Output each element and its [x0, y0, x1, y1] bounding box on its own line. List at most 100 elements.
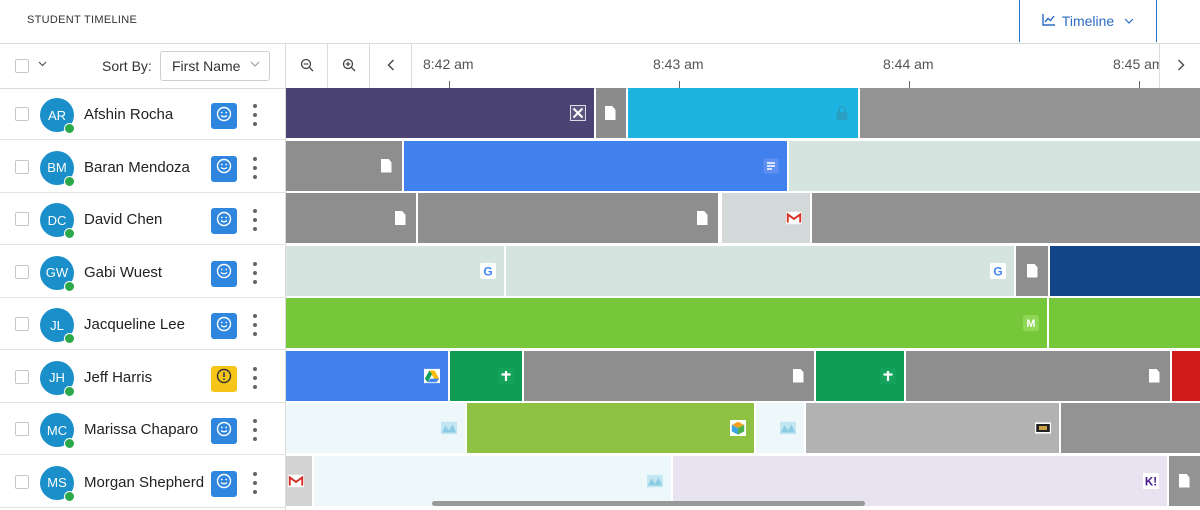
- student-row[interactable]: DC David Chen: [0, 193, 285, 245]
- smile-icon: [216, 316, 232, 337]
- row-checkbox[interactable]: [15, 159, 29, 174]
- student-name[interactable]: Morgan Shepherd: [84, 474, 204, 491]
- zoom-in-icon: [342, 58, 356, 75]
- avatar-initials: JL: [50, 317, 64, 333]
- doc-icon: [1146, 368, 1162, 384]
- svg-text:G: G: [993, 264, 1002, 278]
- activity-segment[interactable]: [467, 403, 754, 453]
- activity-segment[interactable]: [722, 193, 810, 243]
- zoom-in-button[interactable]: [328, 44, 370, 88]
- activity-segment[interactable]: [1049, 298, 1200, 348]
- smile-icon: [216, 106, 232, 127]
- activity-segment[interactable]: [286, 350, 448, 401]
- more-options-icon[interactable]: [250, 419, 260, 441]
- zoom-out-button[interactable]: [286, 44, 328, 88]
- x-app-icon: [570, 105, 586, 121]
- status-smile-button[interactable]: [211, 313, 237, 339]
- student-row[interactable]: MS Morgan Shepherd: [0, 456, 285, 508]
- student-name[interactable]: David Chen: [84, 211, 162, 228]
- activity-segment[interactable]: K!: [673, 455, 1167, 506]
- activity-segment[interactable]: [286, 193, 416, 243]
- more-options-icon[interactable]: [250, 261, 260, 284]
- status-smile-button[interactable]: [211, 260, 237, 287]
- row-checkbox[interactable]: [15, 212, 29, 226]
- status-smile-button[interactable]: [211, 155, 237, 182]
- activity-segment[interactable]: [1172, 350, 1200, 401]
- time-tick: 8:44 am: [883, 56, 934, 72]
- tick-mark: [679, 81, 680, 88]
- more-options-icon[interactable]: [250, 314, 260, 336]
- activity-segment[interactable]: [1050, 245, 1200, 296]
- activity-segment[interactable]: [314, 455, 671, 506]
- student-name[interactable]: Gabi Wuest: [84, 264, 162, 281]
- online-indicator: [64, 123, 75, 134]
- status-smile-button[interactable]: [211, 470, 237, 497]
- row-checkbox[interactable]: [15, 107, 29, 121]
- activity-segment[interactable]: [418, 193, 718, 243]
- activity-segment[interactable]: [450, 350, 522, 401]
- activity-segment[interactable]: [628, 88, 858, 138]
- student-row[interactable]: GW Gabi Wuest: [0, 246, 285, 298]
- student-name[interactable]: Marissa Chaparo: [84, 421, 198, 438]
- time-tick: 8:45 am: [1113, 56, 1159, 72]
- more-options-icon[interactable]: [250, 156, 260, 179]
- activity-segment[interactable]: [906, 350, 1170, 401]
- student-name[interactable]: Afshin Rocha: [84, 106, 173, 123]
- activity-segment[interactable]: [789, 140, 1200, 191]
- status-smile-button[interactable]: [211, 103, 237, 129]
- student-row[interactable]: MC Marissa Chaparo: [0, 403, 285, 455]
- more-options-icon[interactable]: [250, 209, 260, 231]
- tick-mark: [909, 81, 910, 88]
- select-menu-chevron-icon[interactable]: [38, 58, 47, 70]
- scroll-left-button[interactable]: [370, 44, 412, 88]
- activity-segment[interactable]: [1016, 245, 1048, 296]
- online-indicator: [64, 280, 75, 292]
- sort-select[interactable]: First Name: [160, 51, 270, 81]
- activity-segment[interactable]: [286, 403, 465, 453]
- row-checkbox[interactable]: [15, 474, 29, 489]
- activity-segment[interactable]: [524, 350, 814, 401]
- student-name[interactable]: Jeff Harris: [84, 369, 152, 386]
- scroll-right-button[interactable]: [1159, 44, 1200, 88]
- activity-segment[interactable]: [860, 88, 1200, 138]
- status-smile-button[interactable]: [211, 208, 237, 234]
- activity-segment[interactable]: [1169, 455, 1200, 506]
- activity-segment[interactable]: [1061, 403, 1200, 453]
- activity-segment[interactable]: G: [506, 245, 1014, 296]
- horizontal-scrollbar[interactable]: [432, 501, 865, 506]
- activity-segment[interactable]: G: [286, 245, 504, 296]
- student-row[interactable]: JH Jeff Harris: [0, 351, 285, 403]
- activity-segment[interactable]: [286, 140, 402, 191]
- row-checkbox[interactable]: [15, 369, 29, 384]
- student-row[interactable]: AR Afshin Rocha: [0, 88, 285, 140]
- activity-segment[interactable]: [812, 193, 1200, 243]
- google-icon: G: [480, 262, 496, 279]
- more-options-icon[interactable]: [250, 471, 260, 494]
- more-options-icon[interactable]: [250, 104, 260, 126]
- sort-label: Sort By:: [102, 58, 152, 74]
- student-row[interactable]: JL Jacqueline Lee: [0, 298, 285, 350]
- activity-segment[interactable]: [286, 88, 594, 138]
- tick-mark: [449, 81, 450, 88]
- activity-segment[interactable]: [816, 350, 904, 401]
- row-checkbox[interactable]: [15, 422, 29, 436]
- online-indicator: [64, 228, 75, 239]
- activity-segment[interactable]: [404, 140, 787, 191]
- top-bar: STUDENT TIMELINE Timeline: [0, 0, 1200, 44]
- student-name[interactable]: Jacqueline Lee: [84, 316, 185, 333]
- row-checkbox[interactable]: [15, 317, 29, 331]
- activity-segment[interactable]: [286, 455, 312, 506]
- select-all-checkbox[interactable]: [15, 59, 29, 73]
- timeline-view-button[interactable]: Timeline: [1019, 0, 1157, 42]
- activity-segment[interactable]: [596, 88, 626, 138]
- status-smile-button[interactable]: [211, 418, 237, 444]
- more-options-icon[interactable]: [250, 366, 260, 389]
- activity-segment[interactable]: [806, 403, 1059, 453]
- activity-segment[interactable]: [756, 403, 804, 453]
- avatar-initials: GW: [45, 265, 69, 280]
- status-alert-button[interactable]: [211, 365, 237, 392]
- row-checkbox[interactable]: [15, 264, 29, 279]
- student-row[interactable]: BM Baran Mendoza: [0, 141, 285, 193]
- activity-segment[interactable]: M: [286, 298, 1047, 348]
- student-name[interactable]: Baran Mendoza: [84, 159, 190, 176]
